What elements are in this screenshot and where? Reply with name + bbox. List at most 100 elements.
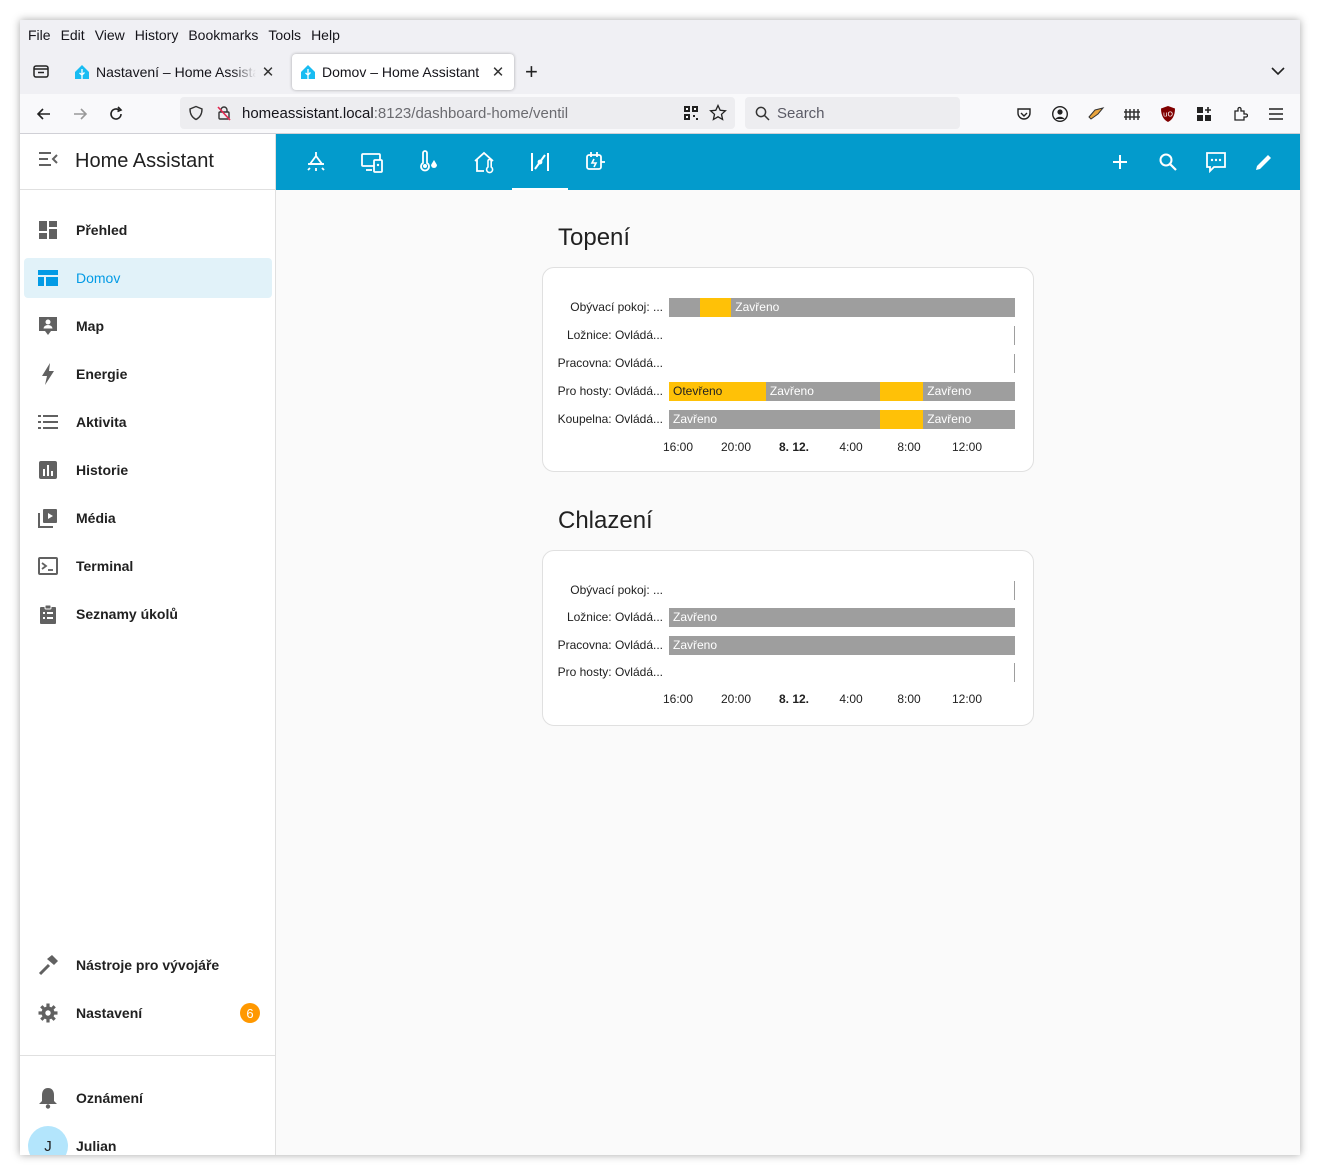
- forward-arrow-icon[interactable]: [70, 104, 90, 124]
- tab-list-icon[interactable]: [30, 60, 52, 82]
- timeline-empty-marker: [1014, 326, 1015, 345]
- timeline-bar[interactable]: Zavřeno: [669, 636, 1015, 655]
- extension-fence-icon[interactable]: [1122, 104, 1142, 124]
- url-path: :8123/dashboard-home/ventil: [373, 105, 569, 122]
- ublock-origin-icon[interactable]: uO: [1158, 104, 1178, 124]
- view-tab-lights[interactable]: [288, 134, 344, 190]
- sidebar-item-historie[interactable]: Historie: [24, 450, 272, 490]
- view-tab-media[interactable]: [344, 134, 400, 190]
- chart-box-icon: [36, 458, 60, 482]
- search-bar[interactable]: Search: [745, 97, 960, 129]
- power-plug-icon: [586, 152, 605, 170]
- new-tab-icon[interactable]: +: [525, 61, 538, 83]
- timeline-segment-open[interactable]: [880, 382, 924, 401]
- timeline-bar[interactable]: Zavřeno: [669, 608, 1015, 627]
- timeline-segment-closed[interactable]: Zavřeno: [923, 410, 1015, 429]
- time-axis-tick: 8. 12.: [778, 692, 810, 706]
- view-tab-valves[interactable]: [512, 134, 568, 190]
- timeline-segment-closed[interactable]: Zavřeno: [669, 608, 1015, 627]
- sidebar-item-user[interactable]: J Julian: [24, 1126, 272, 1155]
- menu-bar: File Edit View History Bookmarks Tools H…: [20, 20, 1300, 50]
- assist-icon[interactable]: [1204, 150, 1228, 174]
- pencil-icon[interactable]: [1252, 150, 1276, 174]
- time-axis-tick: 12:00: [951, 692, 983, 706]
- view-tab-home-climate[interactable]: [456, 134, 512, 190]
- timeline-segment-open[interactable]: Otevřeno: [669, 382, 766, 401]
- insecure-lock-icon[interactable]: [216, 105, 232, 121]
- timeline-segment-open[interactable]: [700, 298, 732, 317]
- timeline-row-label: Ložnice: Ovládá...: [566, 610, 663, 624]
- sidebar-item-media[interactable]: Média: [24, 498, 272, 538]
- timeline-segment-closed[interactable]: Zavřeno: [669, 636, 1015, 655]
- timeline-segment-closed[interactable]: Zavřeno: [669, 410, 881, 429]
- back-arrow-icon[interactable]: [34, 104, 54, 124]
- sidebar-item-label: Nástroje pro vývojáře: [76, 957, 220, 973]
- timeline-segment-closed[interactable]: Zavřeno: [731, 298, 1015, 317]
- timeline-bar[interactable]: Zavřeno Zavřeno: [669, 410, 1015, 429]
- section-title-cooling: Chlazení: [558, 507, 653, 534]
- qr-code-icon[interactable]: [683, 105, 699, 121]
- gear-icon: [36, 1001, 60, 1025]
- sidebar-item-energie[interactable]: Energie: [24, 354, 272, 394]
- time-axis-tick: 12:00: [951, 440, 983, 454]
- sidebar-item-label: Map: [76, 318, 104, 334]
- menu-help[interactable]: Help: [311, 27, 340, 43]
- sidebar-item-domov[interactable]: Domov: [24, 258, 272, 298]
- time-axis-tick: 20:00: [720, 692, 752, 706]
- sidebar-item-label: Přehled: [76, 222, 128, 238]
- url-bar[interactable]: homeassistant.local:8123/dashboard-home/…: [180, 97, 735, 129]
- sidebar-item-seznamy-ukolu[interactable]: Seznamy úkolů: [24, 594, 272, 634]
- list-icon: [36, 410, 60, 434]
- tab-domov[interactable]: Domov – Home Assistant ✕: [292, 54, 514, 90]
- timeline-bar[interactable]: Otevřeno Zavřeno Zavřeno: [669, 382, 1015, 401]
- bookmark-star-icon[interactable]: [709, 104, 727, 122]
- add-icon[interactable]: [1108, 150, 1132, 174]
- valve-icon: [531, 153, 549, 171]
- timeline-segment-closed[interactable]: Zavřeno: [765, 382, 881, 401]
- search-icon: [755, 106, 770, 121]
- sidebar-item-aktivita[interactable]: Aktivita: [24, 402, 272, 442]
- history-card-cooling: Obývací pokoj: ... Ložnice: Ovládá... Zavř…: [542, 550, 1034, 726]
- sidebar-item-label: Seznamy úkolů: [76, 606, 178, 622]
- sidebar-item-terminal[interactable]: Terminal: [24, 546, 272, 586]
- dashboard-icon: [36, 218, 60, 242]
- tab-settings[interactable]: Nastavení – Home Assistant ✕: [66, 54, 284, 90]
- sidebar-item-prehled[interactable]: Přehled: [24, 210, 272, 250]
- menu-view[interactable]: View: [95, 27, 125, 43]
- timeline-segment-closed[interactable]: Zavřeno: [923, 382, 1015, 401]
- timeline-bar[interactable]: Zavřeno: [669, 298, 1015, 317]
- menu-history[interactable]: History: [135, 27, 179, 43]
- sidebar-item-developer-tools[interactable]: Nástroje pro vývojáře: [24, 945, 272, 985]
- close-tab-icon[interactable]: ✕: [260, 63, 276, 81]
- close-tab-icon[interactable]: ✕: [490, 63, 506, 81]
- menu-bookmarks[interactable]: Bookmarks: [188, 27, 258, 43]
- chevron-down-icon[interactable]: [1270, 64, 1286, 82]
- extensions-puzzle-icon[interactable]: [1230, 104, 1250, 124]
- search-icon[interactable]: [1156, 150, 1180, 174]
- history-card-heating: Obývací pokoj: ... Zavřeno Ložnice: Ovládá…: [542, 267, 1034, 472]
- view-tab-plugs[interactable]: [568, 134, 624, 190]
- view-tab-climate[interactable]: [400, 134, 456, 190]
- menu-edit[interactable]: Edit: [61, 27, 85, 43]
- tab-title: Nastavení – Home Assistant: [96, 64, 256, 80]
- avatar: J: [28, 1126, 68, 1155]
- reload-icon[interactable]: [106, 104, 126, 124]
- menu-tools[interactable]: Tools: [268, 27, 301, 43]
- menu-file[interactable]: File: [28, 27, 51, 43]
- sidebar-item-map[interactable]: Map: [24, 306, 272, 346]
- sidebar-item-nastaveni[interactable]: Nastavení 6: [24, 993, 272, 1033]
- sidebar-item-notifications[interactable]: Oznámení: [24, 1078, 272, 1118]
- shield-icon[interactable]: [188, 105, 204, 121]
- pocket-icon[interactable]: [1014, 104, 1034, 124]
- sidebar-header: Home Assistant: [20, 134, 275, 190]
- app-title: Home Assistant: [75, 150, 214, 172]
- search-placeholder: Search: [777, 105, 825, 122]
- extension-bird-icon[interactable]: [1086, 104, 1106, 124]
- time-axis-tick: 8:00: [897, 440, 921, 454]
- timeline-segment-closed[interactable]: [669, 298, 701, 317]
- account-icon[interactable]: [1050, 104, 1070, 124]
- extension-grid-plus-icon[interactable]: [1194, 104, 1214, 124]
- timeline-segment-open[interactable]: [880, 410, 924, 429]
- hamburger-menu-icon[interactable]: [1266, 104, 1286, 124]
- menu-open-icon[interactable]: [38, 151, 58, 172]
